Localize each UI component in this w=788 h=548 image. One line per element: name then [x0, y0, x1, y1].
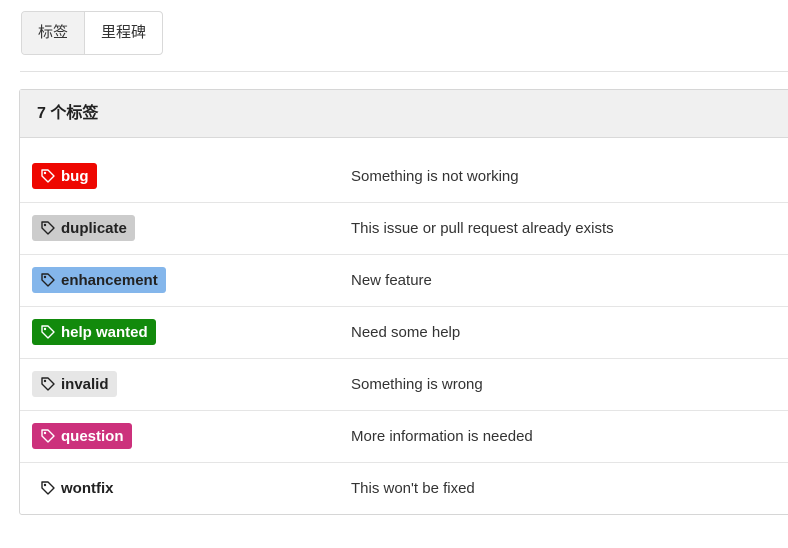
label-name: duplicate	[61, 219, 127, 237]
tag-icon	[41, 377, 55, 391]
label-badge-invalid[interactable]: invalid	[32, 371, 117, 397]
label-description: Something is wrong	[351, 376, 483, 393]
label-badge-question[interactable]: question	[32, 423, 132, 449]
label-row: enhancement New feature	[20, 255, 788, 307]
label-name: invalid	[61, 375, 109, 393]
label-row: wontfix This won't be fixed	[20, 463, 788, 514]
label-name: bug	[61, 167, 89, 185]
label-badge-enhancement[interactable]: enhancement	[32, 267, 166, 293]
label-description: More information is needed	[351, 428, 533, 445]
labels-count-header: 7 个标签	[20, 90, 788, 138]
label-row: help wanted Need some help	[20, 307, 788, 359]
tag-icon	[41, 481, 55, 495]
tag-icon	[41, 221, 55, 235]
label-name: question	[61, 427, 124, 445]
label-badge-help-wanted[interactable]: help wanted	[32, 319, 156, 345]
label-badge-bug[interactable]: bug	[32, 163, 97, 189]
label-row: question More information is needed	[20, 411, 788, 463]
divider	[20, 71, 788, 72]
label-description: Need some help	[351, 324, 461, 341]
label-description: New feature	[351, 272, 432, 289]
label-description: This issue or pull request already exist…	[351, 220, 614, 237]
label-badge-wontfix[interactable]: wontfix	[32, 475, 122, 501]
label-description: This won't be fixed	[351, 480, 475, 497]
label-row: bug Something is not working	[20, 151, 788, 203]
tab-milestones[interactable]: 里程碑	[85, 12, 162, 54]
label-row: invalid Something is wrong	[20, 359, 788, 411]
labels-list: bug Something is not working duplicate T…	[20, 138, 788, 514]
tag-icon	[41, 169, 55, 183]
label-badge-duplicate[interactable]: duplicate	[32, 215, 135, 241]
labels-panel: 7 个标签 bug Something is not working dupli…	[19, 89, 788, 515]
label-milestone-tabs: 标签 里程碑	[21, 11, 164, 55]
tag-icon	[41, 429, 55, 443]
label-name: wontfix	[61, 479, 114, 497]
label-row: duplicate This issue or pull request alr…	[20, 203, 788, 255]
label-name: help wanted	[61, 323, 148, 341]
label-name: enhancement	[61, 271, 158, 289]
label-description: Something is not working	[351, 168, 519, 185]
tag-icon	[41, 325, 55, 339]
tag-icon	[41, 273, 55, 287]
tab-labels[interactable]: 标签	[22, 12, 86, 54]
